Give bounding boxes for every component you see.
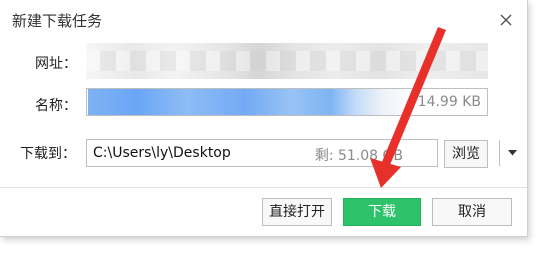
path-dropdown-button[interactable] <box>499 140 525 166</box>
name-label: 名称： <box>35 98 77 114</box>
close-icon[interactable] <box>497 11 515 29</box>
url-field-blurred[interactable] <box>86 43 488 79</box>
dialog-title: 新建下载任务 <box>12 12 103 30</box>
free-space: 剩: 51.08 GB <box>314 148 403 164</box>
save-path-value: C:\Users\ly\Desktop <box>93 145 231 161</box>
save-to-label: 下载到： <box>20 146 76 162</box>
file-size: 14.99 KB <box>417 94 481 110</box>
new-download-dialog: 新建下载任务 网址： 名称： 14.99 KB 下载到： C:\Users\ly… <box>0 0 528 237</box>
chevron-down-icon <box>508 150 517 156</box>
filename-blurred <box>88 89 416 115</box>
cancel-button[interactable]: 取消 <box>432 198 512 226</box>
dialog-titlebar[interactable]: 新建下载任务 <box>0 0 527 40</box>
save-path-field[interactable]: C:\Users\ly\Desktop 剩: 51.08 GB <box>86 139 517 167</box>
browse-button[interactable]: 浏览 <box>444 140 488 168</box>
footer-divider <box>0 187 527 188</box>
download-button[interactable]: 下载 <box>343 198 421 226</box>
filename-field[interactable]: 14.99 KB <box>86 88 488 116</box>
open-directly-button[interactable]: 直接打开 <box>262 198 332 226</box>
url-label: 网址： <box>35 56 77 72</box>
